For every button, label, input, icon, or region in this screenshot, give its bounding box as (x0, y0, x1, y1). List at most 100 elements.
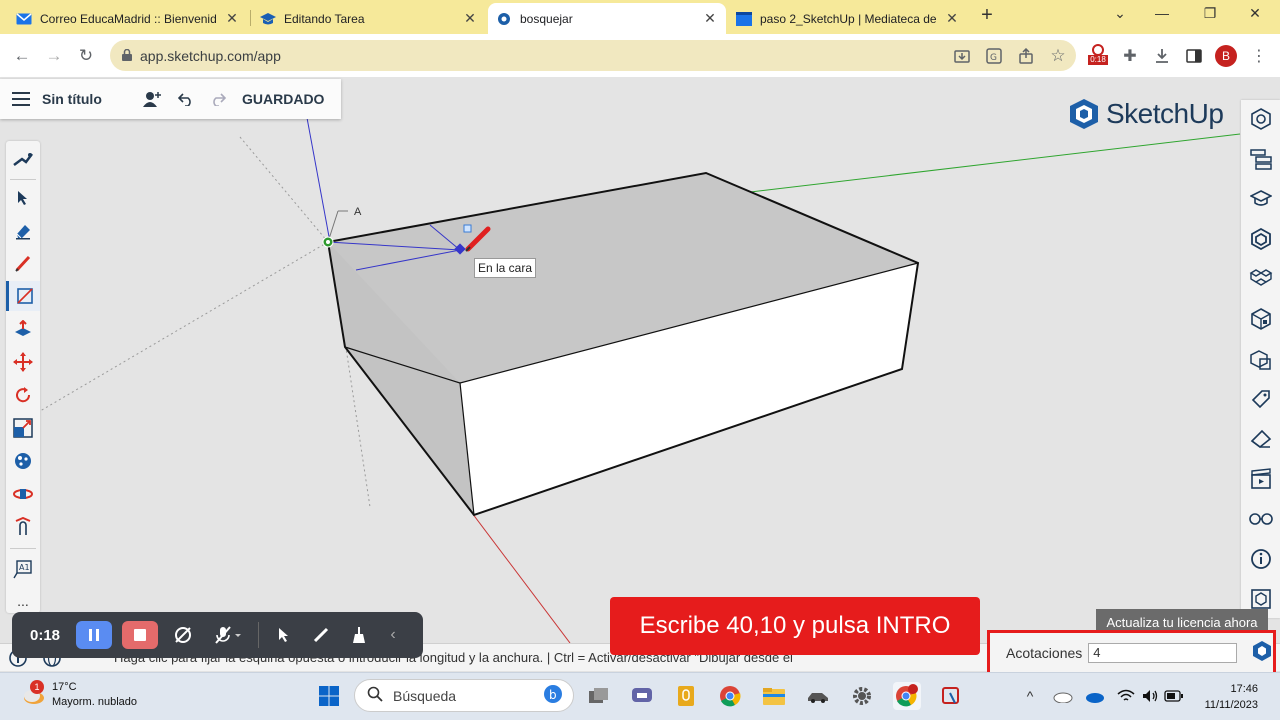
weather-temperature: 17°C (52, 681, 77, 693)
redo-icon[interactable] (202, 92, 234, 106)
close-window-button[interactable]: ✕ (1243, 5, 1267, 22)
solid-tools-icon[interactable] (1241, 344, 1280, 374)
settings-gear-icon[interactable] (848, 682, 876, 710)
draw-pen-icon[interactable] (307, 621, 335, 649)
task-view-icon[interactable] (585, 682, 613, 710)
back-button[interactable]: ← (10, 44, 34, 68)
rotate-icon[interactable] (6, 380, 40, 410)
camera-off-icon[interactable] (168, 621, 198, 649)
styles-icon[interactable] (1241, 304, 1280, 334)
clear-broom-icon[interactable] (345, 621, 373, 649)
scenes-icon[interactable] (1241, 464, 1280, 494)
sketchup-logo: SketchUp (1068, 98, 1224, 130)
profile-avatar[interactable]: B (1215, 45, 1237, 67)
undo-icon[interactable] (170, 92, 202, 106)
translate-icon[interactable]: G (983, 45, 1005, 67)
svg-text:A1: A1 (19, 563, 30, 572)
microphone-off-icon[interactable] (208, 621, 248, 649)
display-icon[interactable] (1241, 504, 1280, 534)
right-panel-toolbar (1241, 100, 1280, 618)
browser-menu-icon[interactable]: ⋮ (1248, 45, 1270, 67)
search-placeholder: Búsqueda (393, 687, 457, 704)
onedrive-blue-icon[interactable] (1080, 682, 1108, 710)
select-arrow-icon[interactable] (6, 183, 40, 213)
new-tab-button[interactable]: + (975, 4, 999, 27)
eraser-icon[interactable] (6, 216, 40, 246)
outliner-icon[interactable] (1241, 144, 1280, 174)
close-tab-icon[interactable]: ✕ (702, 10, 718, 27)
eraser-panel-icon[interactable] (1241, 424, 1280, 454)
text-icon[interactable]: A1 (6, 554, 40, 584)
windows-start-icon[interactable] (315, 682, 343, 710)
system-clock[interactable]: 17:46 11/11/2023 (1198, 681, 1258, 713)
push-pull-icon[interactable] (6, 314, 40, 344)
tab-correo[interactable]: Correo EducaMadrid :: Bienvenido ✕ (8, 3, 248, 34)
svg-text:b: b (549, 688, 557, 702)
browser-tab-bar: Correo EducaMadrid :: Bienvenido ✕ Edita… (0, 0, 1280, 34)
address-bar[interactable]: app.sketchup.com/app (110, 40, 1076, 71)
rc-car-app-icon[interactable] (804, 682, 832, 710)
taskbar-search[interactable]: Búsqueda b (354, 679, 574, 712)
show-hidden-icons[interactable]: ^ (1016, 682, 1044, 710)
stop-recording-button[interactable] (122, 621, 158, 649)
file-explorer-icon[interactable] (760, 682, 788, 710)
paint-bucket-icon[interactable] (6, 446, 40, 476)
modeling-viewport[interactable] (0, 77, 1280, 643)
3d-scene[interactable] (0, 77, 1280, 643)
weather-widget[interactable]: 1 17°C Mayorm. nublado (20, 680, 137, 710)
close-tab-icon[interactable]: ✕ (224, 10, 240, 27)
add-collaborator-icon[interactable] (134, 91, 170, 107)
snipping-tool-icon[interactable] (937, 682, 965, 710)
install-app-icon[interactable] (951, 45, 973, 67)
components-icon[interactable] (1241, 224, 1280, 254)
teams-chat-icon[interactable] (628, 682, 656, 710)
document-title[interactable]: Sin título (42, 91, 134, 107)
tab-editando-tarea[interactable]: Editando Tarea ✕ (252, 3, 486, 34)
minimize-button[interactable]: — (1150, 5, 1174, 21)
tab-mediateca[interactable]: paso 2_SketchUp | Mediateca de ✕ (728, 3, 968, 34)
chrome-profile-icon[interactable] (893, 682, 921, 710)
share-icon[interactable] (1015, 45, 1037, 67)
rectangle-icon[interactable] (6, 281, 40, 311)
help-icon[interactable] (1241, 544, 1280, 574)
inference-tooltip: En la cara (474, 258, 537, 278)
instructor-icon[interactable] (1241, 184, 1280, 214)
bookmark-star-icon[interactable]: ☆ (1047, 45, 1069, 67)
restore-button[interactable]: ❐ (1198, 5, 1222, 22)
hamburger-menu-icon[interactable] (0, 92, 42, 106)
entity-info-icon[interactable] (1241, 104, 1280, 134)
walk-icon[interactable] (6, 512, 40, 542)
tags-icon[interactable] (1241, 384, 1280, 414)
forward-button[interactable]: → (42, 44, 66, 68)
search-zoom-icon[interactable] (6, 145, 40, 175)
side-panel-icon[interactable] (1183, 45, 1205, 67)
materials-icon[interactable] (1241, 264, 1280, 294)
onedrive-cloud-icon[interactable] (1048, 682, 1076, 710)
point-label: A (354, 206, 362, 218)
close-tab-icon[interactable]: ✕ (462, 10, 478, 27)
scale-icon[interactable] (6, 413, 40, 443)
tab-bosquejar[interactable]: bosquejar ✕ (488, 3, 726, 34)
measurements-input[interactable]: 4 (1088, 642, 1237, 663)
inference-square-marker (463, 224, 472, 233)
green-axis-dotted (29, 241, 329, 418)
close-tab-icon[interactable]: ✕ (944, 10, 960, 27)
reload-button[interactable]: ↻ (74, 44, 98, 68)
left-toolbar: A1 ... (6, 141, 40, 613)
orbit-icon[interactable] (6, 479, 40, 509)
collapse-toolbar-icon[interactable]: ‹ (383, 621, 403, 649)
downloads-icon[interactable] (1151, 45, 1173, 67)
bing-icon: b (543, 684, 563, 707)
pause-recording-button[interactable] (76, 621, 112, 649)
screen-recorder-extension[interactable]: 0:18 (1087, 43, 1109, 65)
battery-icon[interactable] (1160, 682, 1188, 710)
chrome-icon[interactable] (716, 682, 744, 710)
save-status: GUARDADO (242, 91, 325, 107)
extensions-puzzle-icon[interactable]: ✚ (1119, 45, 1141, 67)
file-archive-icon[interactable] (672, 682, 700, 710)
tab-search-icon[interactable]: ⌄ (1108, 5, 1132, 22)
cursor-tool-icon[interactable] (271, 621, 297, 649)
move-icon[interactable] (6, 347, 40, 377)
sketchup-logo-icon (1070, 99, 1098, 129)
pencil-icon[interactable] (6, 248, 40, 278)
